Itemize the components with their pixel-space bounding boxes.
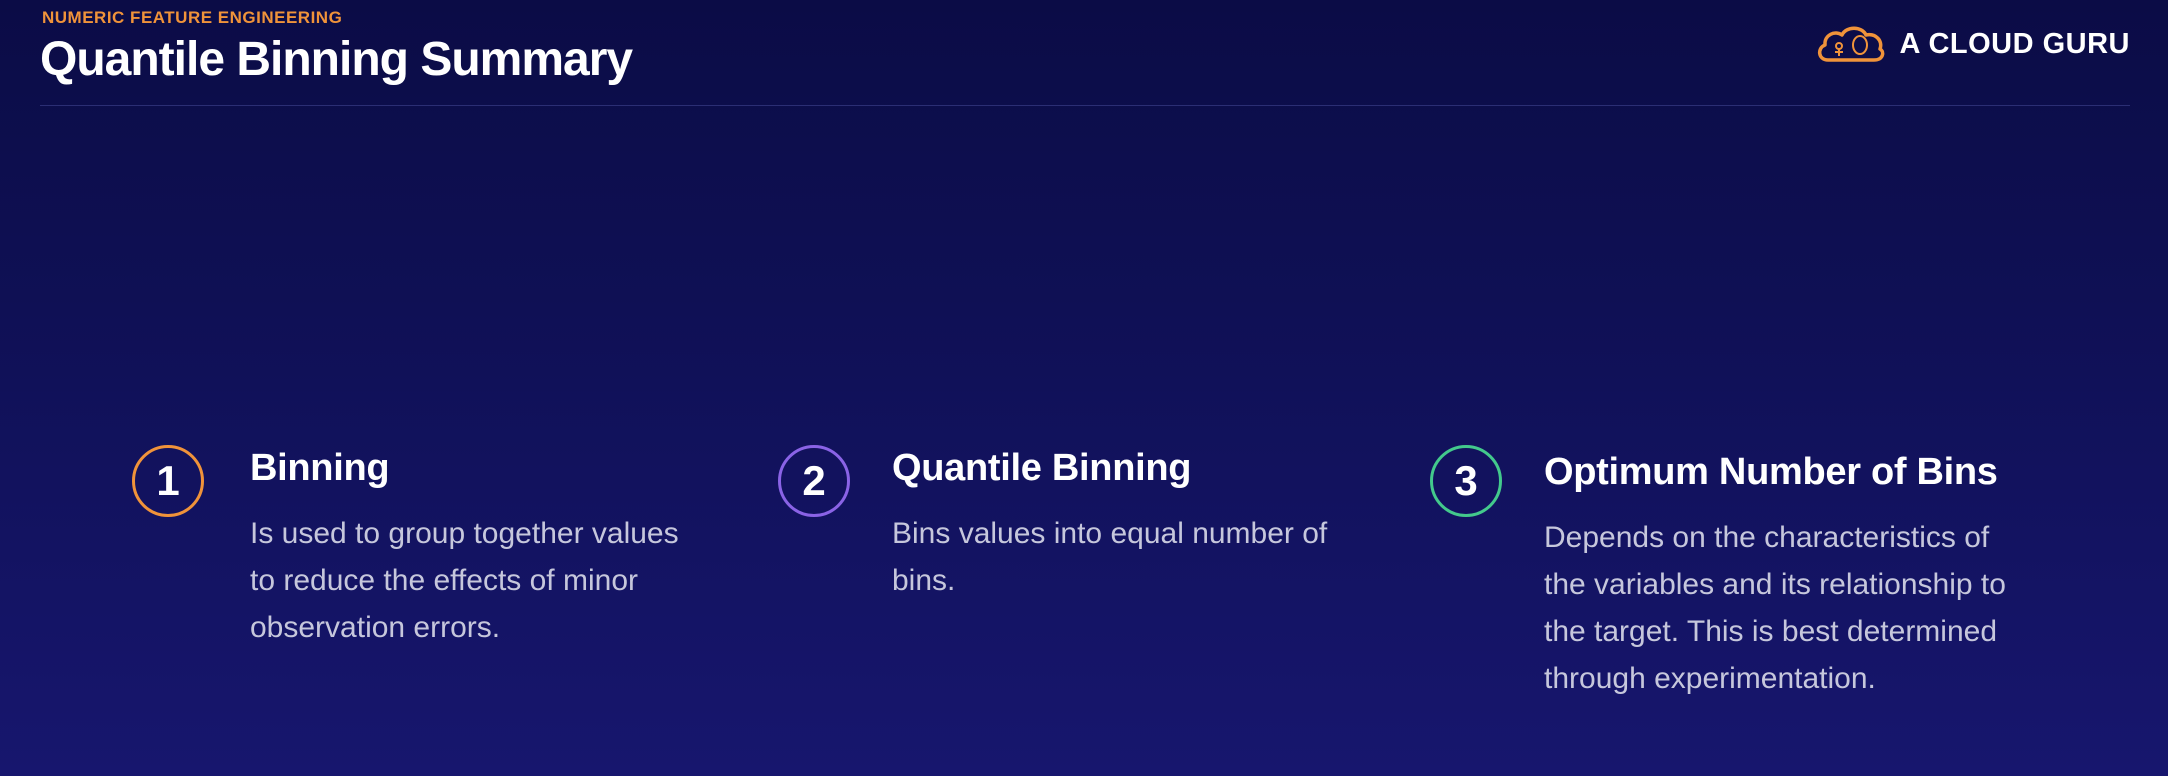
- header-divider: [40, 105, 2130, 106]
- description-line: Bins values into equal number of: [892, 517, 1328, 550]
- description-line: to reduce the effects of minor: [250, 564, 638, 597]
- description-line: the target. This is best determined: [1544, 615, 1998, 648]
- summary-point-binning: 1 Binning Is used to group together valu…: [132, 445, 772, 651]
- number-badge: 1: [132, 445, 204, 517]
- summary-point-quantile-binning: 2 Quantile Binning Bins values into equa…: [778, 445, 1398, 604]
- point-description: Bins values into equal number of bins.: [892, 510, 1327, 604]
- number-badge: 2: [778, 445, 850, 517]
- brand: A CLOUD GURU: [1814, 24, 2130, 64]
- point-description: Is used to group together values to redu…: [250, 510, 679, 651]
- brand-name: A CLOUD GURU: [1899, 27, 2130, 60]
- page-title: Quantile Binning Summary: [40, 33, 633, 86]
- point-description: Depends on the characteristics of the va…: [1544, 514, 2006, 702]
- point-heading: Binning: [250, 447, 390, 489]
- point-heading: Quantile Binning: [892, 447, 1192, 489]
- number-badge: 3: [1430, 445, 1502, 517]
- point-heading: Optimum Number of Bins: [1544, 451, 1998, 493]
- section-kicker: NUMERIC FEATURE ENGINEERING: [42, 8, 343, 27]
- description-line: Is used to group together values: [250, 517, 679, 550]
- summary-point-optimum-bins: 3 Optimum Number of Bins Depends on the …: [1430, 445, 2110, 702]
- description-line: observation errors.: [250, 611, 501, 644]
- description-line: bins.: [892, 564, 956, 597]
- description-line: through experimentation.: [1544, 662, 1876, 695]
- description-line: Depends on the characteristics of: [1544, 521, 1990, 554]
- cloud-logo-icon: [1814, 24, 1886, 64]
- description-line: the variables and its relationship to: [1544, 568, 2006, 601]
